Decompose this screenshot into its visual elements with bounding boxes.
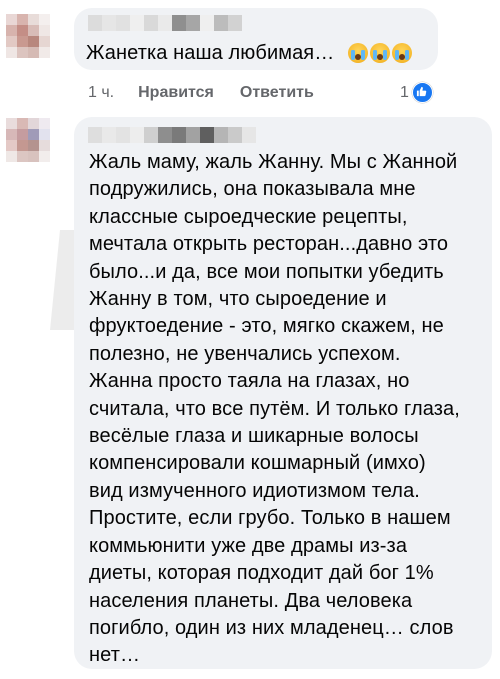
author-name[interactable] (88, 15, 242, 31)
comment-body: Жанетка наша любимая… (86, 42, 335, 64)
like-button[interactable]: Нравится (138, 84, 214, 102)
reaction-count: 1 (400, 83, 409, 101)
timestamp[interactable]: 1 ч. (88, 84, 114, 102)
comment-text: Жанетка наша любимая… (86, 41, 413, 65)
crying-face-icon (370, 43, 391, 63)
avatar[interactable] (6, 14, 50, 58)
reply-button[interactable]: Ответить (240, 84, 314, 102)
avatar[interactable] (6, 118, 50, 162)
reaction-summary[interactable]: 1 (400, 82, 433, 103)
thumbs-up-icon (411, 82, 433, 103)
author-name[interactable] (88, 127, 256, 143)
crying-face-icon (392, 43, 413, 63)
comment-body: Жаль маму, жаль Жанну. Мы с Жанной подру… (89, 151, 460, 667)
crying-face-icon (348, 43, 369, 63)
comment-actions: 1 ч. Нравится Ответить (88, 84, 314, 102)
